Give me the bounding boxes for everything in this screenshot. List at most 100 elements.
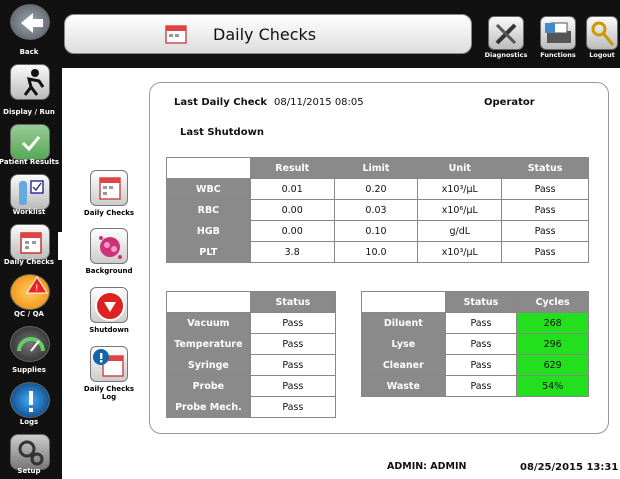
sidebar-item-logs[interactable]: Logs [0,378,62,430]
sidebar-item-label: Display / Run [3,108,55,116]
row-header: Probe Mech. [166,396,251,418]
sidebar-item-label: Back [19,48,39,56]
result-cell: 0.00 [249,199,335,221]
calendar-icon [165,25,187,44]
row-header: RBC [166,199,251,221]
row-header: Syringe [166,354,251,376]
table-row: Probe Mech. Pass [166,396,337,418]
status-cell: Pass [501,199,589,221]
operator-label: Operator [484,97,535,108]
unit-cell: x10³/µL [417,241,503,263]
row-header: Vacuum [166,312,251,334]
last-daily-check-label: Last Daily Check [174,97,268,108]
limit-cell: 0.10 [333,220,419,242]
sidebar-item-setup[interactable]: Setup [0,430,62,479]
diagnostics-label: Diagnostics [484,51,528,59]
sidebar-item-supplies[interactable]: Supplies [0,322,62,378]
reagent-status-table: Status Cycles Diluent Pass 268 Lyse Pass… [361,291,589,397]
info-icon [10,382,50,418]
table-row: HGB 0.00 0.10 g/dL Pass [166,220,589,242]
tool-label: Daily Checks [83,209,135,217]
status-cell: Pass [501,178,589,200]
status-cell: Pass [249,312,337,334]
table-row: Temperature Pass [166,333,337,355]
row-header: Waste [361,375,446,397]
status-cell: Pass [249,333,337,355]
runner-icon [10,64,50,100]
functions-label: Functions [540,51,576,59]
column-header: Status [444,291,518,313]
row-header: WBC [166,178,251,200]
results-check-icon [10,124,50,160]
shutdown-icon [90,287,128,323]
status-cell: Pass [501,220,589,242]
date-time: 08/25/2015 13:31 [520,462,619,473]
diagnostics-button[interactable]: Diagnostics [480,14,532,59]
tool-label: Daily Checks Log [83,385,135,401]
daily-checks-tool-button[interactable]: Daily Checks [82,170,136,217]
status-cell: Pass [444,375,518,397]
sidebar-item-label: Logs [19,418,39,426]
daily-checks-log-tool-button[interactable]: Daily Checks Log [82,346,136,401]
back-arrow-icon [10,4,50,40]
table-row: Lyse Pass 296 [361,333,589,355]
table-corner [166,291,251,313]
last-shutdown-label: Last Shutdown [180,127,264,138]
result-cell: 0.00 [249,220,335,242]
shutdown-tool-button[interactable]: Shutdown [82,287,136,334]
sidebar-item-daily-checks[interactable]: Daily Checks [0,220,64,270]
sidebar-item-label: Setup [17,467,41,475]
cycles-cell: 54% [516,375,589,397]
functions-button[interactable]: Functions [532,14,584,59]
title-bar: Daily Checks [64,14,472,54]
sidebar-item-worklist[interactable]: Worklist [0,170,62,220]
calendar-info-icon [90,346,128,382]
column-header: Cycles [516,291,589,313]
sidebar-item-display-run[interactable]: Display / Run [0,60,62,120]
limit-cell: 0.20 [333,178,419,200]
status-cell: Pass [249,396,337,418]
logged-in-user: ADMIN: ADMIN [387,461,467,472]
row-header: HGB [166,220,251,242]
status-cell: Pass [501,241,589,263]
sidebar-item-back[interactable]: Back [0,0,62,60]
printer-icon [540,16,576,50]
limit-cell: 0.03 [333,199,419,221]
calendar-icon [10,224,50,260]
table-row: RBC 0.00 0.03 x10⁶/µL Pass [166,199,589,221]
sidebar-item-qc-qa[interactable]: ! QC / QA [0,270,62,322]
background-tool-button[interactable]: Background [82,228,136,275]
worklist-icon [10,174,50,210]
sidebar-item-label: Supplies [12,366,46,374]
status-cell: Pass [444,312,518,334]
svg-text:!: ! [35,284,39,294]
status-cell: Pass [249,375,337,397]
cycles-cell: 268 [516,312,589,334]
table-row: WBC 0.01 0.20 x10³/µL Pass [166,178,589,200]
result-cell: 0.01 [249,178,335,200]
column-header: Limit [333,157,419,179]
status-cell: Pass [444,354,518,376]
top-bar: Daily Checks Diagnostics Functions Logou… [62,0,620,68]
cells-icon [90,228,128,264]
row-header: Diluent [361,312,446,334]
column-header: Status [501,157,589,179]
column-header: Status [249,291,337,313]
row-header: Lyse [361,333,446,355]
tool-label: Background [85,267,133,275]
column-header: Result [249,157,335,179]
system-status-table: Status Vacuum Pass Temperature Pass Syri… [166,291,337,418]
results-table: Result Limit Unit Status WBC 0.01 0.20 x… [166,157,589,263]
calendar-icon [90,170,128,206]
row-header: Probe [166,375,251,397]
sidebar-item-label: QC / QA [14,310,44,318]
table-row: Probe Pass [166,375,337,397]
table-row: Syringe Pass [166,354,337,376]
table-row: Cleaner Pass 629 [361,354,589,376]
status-cell: Pass [444,333,518,355]
cycles-cell: 296 [516,333,589,355]
logout-button[interactable]: Logout [584,14,620,59]
row-header: Cleaner [361,354,446,376]
row-header: PLT [166,241,251,263]
sidebar-item-patient-results[interactable]: Patient Results [0,120,62,170]
